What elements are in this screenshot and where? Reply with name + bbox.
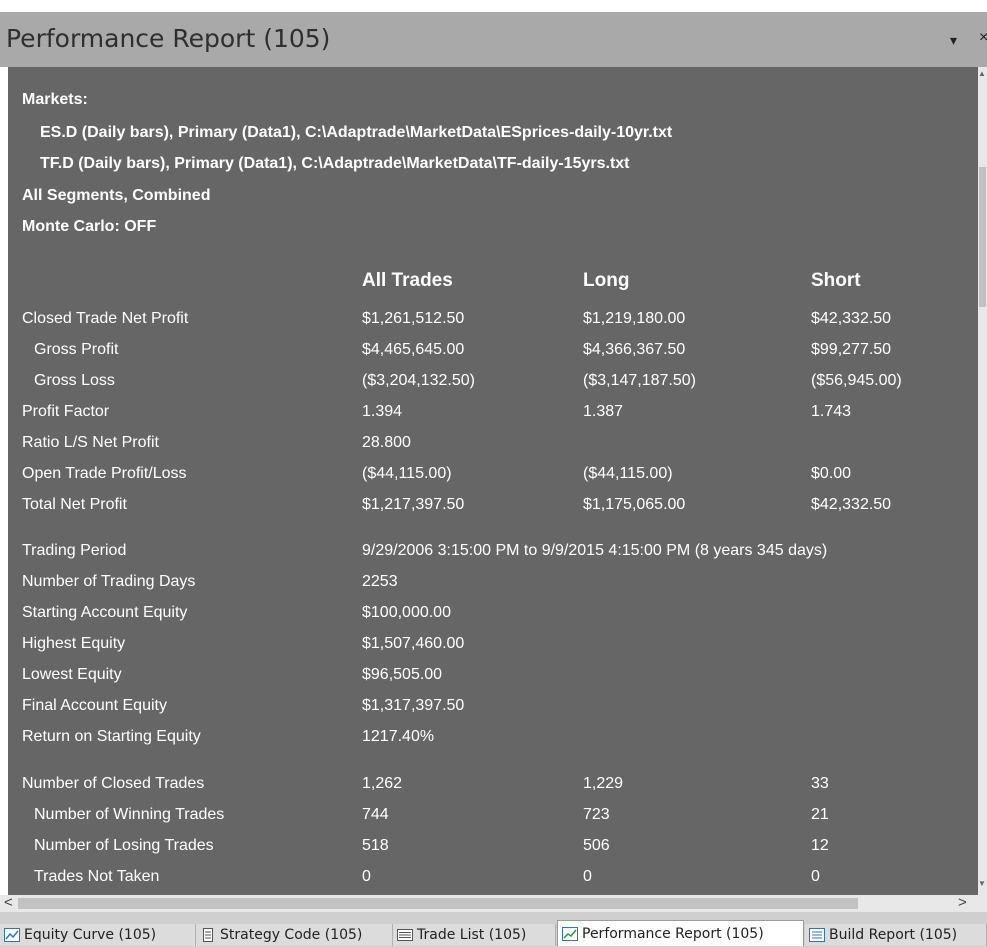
row-value-long: 0: [583, 868, 592, 885]
row-value-all: 518: [362, 837, 389, 854]
row-value-short: 21: [811, 806, 829, 823]
row-value-all: 1,262: [362, 775, 403, 792]
row-value-all: $4,465,645.00: [362, 341, 465, 358]
row-value-all: 1.394: [362, 403, 403, 420]
row-value-all: 744: [362, 806, 389, 823]
tab-build-report[interactable]: Build Report (105): [805, 924, 987, 946]
row-value-short: 0: [811, 868, 820, 885]
row-value-long: $4,366,367.50: [583, 341, 686, 358]
row-label: Closed Trade Net Profit: [22, 310, 189, 327]
row-label: Starting Account Equity: [22, 604, 188, 621]
document-tab-bar: Equity Curve (105) Strategy Code (105) T…: [0, 912, 987, 947]
scroll-down-icon[interactable]: ▼: [978, 879, 986, 888]
row-value-all: $1,217,397.50: [362, 496, 465, 513]
column-header-short: Short: [811, 270, 861, 291]
row-label: Lowest Equity: [22, 666, 122, 683]
document-icon: [203, 928, 213, 942]
dropdown-arrow-icon[interactable]: ▾: [950, 32, 957, 49]
row-value-all: $100,000.00: [362, 604, 451, 621]
row-value-long: $1,175,065.00: [583, 496, 686, 513]
row-value-all: 9/29/2006 3:15:00 PM to 9/9/2015 4:15:00…: [362, 542, 828, 559]
row-label: Number of Closed Trades: [22, 775, 205, 792]
row-label: Number of Trading Days: [22, 573, 196, 590]
market-line-1: ES.D (Daily bars), Primary (Data1), C:\A…: [40, 124, 673, 141]
scroll-right-icon[interactable]: >: [958, 894, 967, 911]
row-label: Total Net Profit: [22, 496, 127, 513]
row-value-long: 723: [583, 806, 610, 823]
row-value-all: 2253: [362, 573, 398, 590]
row-value-long: $1,219,180.00: [583, 310, 686, 327]
row-label: Highest Equity: [22, 635, 126, 652]
vertical-scrollbar[interactable]: ▲ ▼: [978, 67, 987, 895]
row-label: Profit Factor: [22, 403, 110, 420]
row-value-all: 0: [362, 868, 371, 885]
report-content: Markets: ES.D (Daily bars), Primary (Dat…: [8, 67, 978, 895]
row-label: Final Account Equity: [22, 697, 167, 714]
row-label: Number of Losing Trades: [34, 837, 214, 854]
tab-strategy-code[interactable]: Strategy Code (105): [196, 924, 393, 946]
build-report-icon: [809, 928, 825, 942]
tab-label: Trade List (105): [417, 927, 527, 943]
row-label: Ratio L/S Net Profit: [22, 434, 159, 451]
scroll-up-icon[interactable]: ▲: [978, 69, 986, 78]
row-value-short: $42,332.50: [811, 310, 892, 327]
row-label: Gross Profit: [34, 341, 119, 358]
scroll-left-icon[interactable]: <: [4, 894, 13, 911]
row-value-short: $42,332.50: [811, 496, 892, 513]
row-value-long: ($3,147,187.50): [583, 372, 696, 389]
row-label: Gross Loss: [34, 372, 115, 389]
tab-label: Performance Report (105): [582, 926, 764, 942]
row-value-all: 1217.40%: [362, 728, 435, 745]
segments-label: All Segments, Combined: [22, 187, 211, 204]
row-value-short: ($56,945.00): [811, 372, 902, 389]
report-icon: [562, 927, 578, 941]
row-value-short: $0.00: [811, 465, 852, 482]
market-line-2: TF.D (Daily bars), Primary (Data1), C:\A…: [40, 155, 630, 172]
horizontal-scrollbar[interactable]: < >: [0, 894, 987, 912]
row-label: Trades Not Taken: [34, 868, 160, 885]
tab-label: Strategy Code (105): [220, 927, 363, 943]
row-label: Trading Period: [22, 542, 127, 559]
row-value-all: $1,507,460.00: [362, 635, 465, 652]
row-value-all: $1,317,397.50: [362, 697, 465, 714]
row-value-all: ($3,204,132.50): [362, 372, 475, 389]
horizontal-scroll-thumb[interactable]: [18, 898, 858, 909]
line-chart-icon: [4, 928, 20, 942]
row-label: Open Trade Profit/Loss: [22, 465, 187, 482]
row-label: Return on Starting Equity: [22, 728, 201, 745]
tab-label: Build Report (105): [829, 927, 958, 943]
tab-performance-report[interactable]: Performance Report (105): [557, 920, 804, 946]
panel-title-bar: Performance Report (105) ▾ ×: [0, 12, 987, 67]
row-label: Number of Winning Trades: [34, 806, 225, 823]
row-value-long: 1.387: [583, 403, 624, 420]
panel-title: Performance Report (105): [6, 24, 331, 53]
monte-carlo-label: Monte Carlo: OFF: [22, 218, 157, 235]
row-value-short: 12: [811, 837, 829, 854]
row-value-long: ($44,115.00): [583, 465, 673, 482]
tab-trade-list[interactable]: Trade List (105): [393, 924, 556, 946]
row-value-all: $96,505.00: [362, 666, 443, 683]
row-value-short: 1.743: [811, 403, 852, 420]
close-icon[interactable]: ×: [979, 29, 987, 47]
row-value-short: 33: [811, 775, 829, 792]
tab-equity-curve[interactable]: Equity Curve (105): [0, 924, 196, 946]
markets-label: Markets:: [22, 91, 88, 108]
row-value-long: 1,229: [583, 775, 624, 792]
vertical-scroll-thumb[interactable]: [979, 167, 986, 307]
column-header-long: Long: [583, 270, 630, 291]
row-value-long: 506: [583, 837, 610, 854]
tab-label: Equity Curve (105): [24, 927, 157, 943]
row-value-all: 28.800: [362, 434, 411, 451]
row-value-all: ($44,115.00): [362, 465, 452, 482]
row-value-all: $1,261,512.50: [362, 310, 465, 327]
column-header-all-trades: All Trades: [362, 270, 453, 291]
row-value-short: $99,277.50: [811, 341, 892, 358]
list-icon: [397, 929, 413, 941]
